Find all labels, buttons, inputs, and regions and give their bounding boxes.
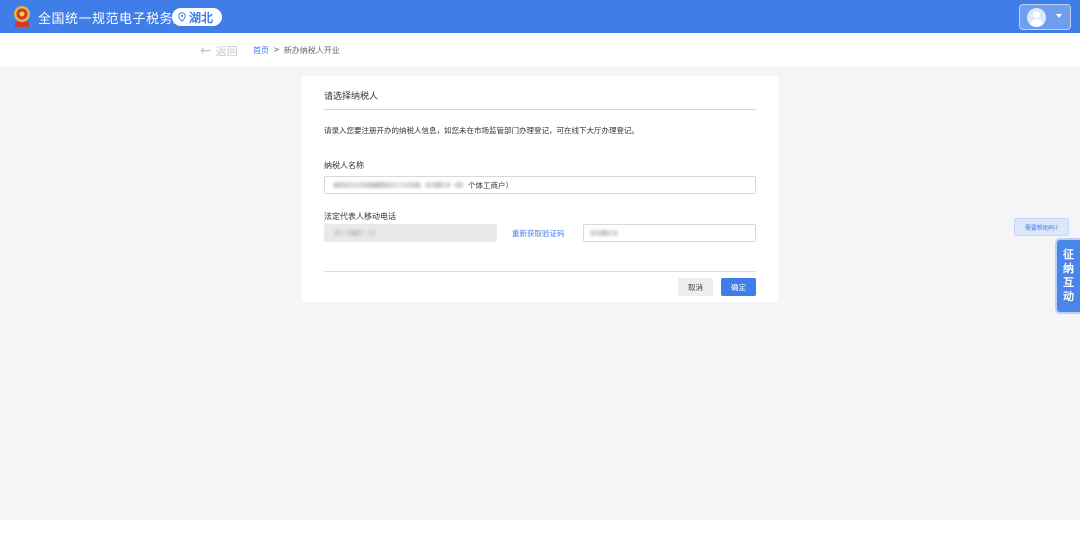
nav-bar: ← 返回 首页 > 新办纳税人开业 bbox=[0, 33, 1080, 67]
region-selector[interactable]: 湖北 bbox=[172, 8, 223, 26]
phone-label: 法定代表人移动电话 bbox=[324, 212, 396, 221]
taxpayer-select-card: 请选择纳税人 请录入您要注册开办的纳税人信息，如您未在市场监管部门办理登记，可在… bbox=[302, 76, 778, 302]
taxpayer-name-label: 纳税人名称 bbox=[324, 161, 364, 170]
verification-code-field[interactable] bbox=[583, 224, 756, 242]
breadcrumb-home[interactable]: 首页 bbox=[253, 45, 269, 56]
card-title: 请选择纳税人 bbox=[324, 92, 379, 102]
help-button[interactable]: 需要帮助吗? bbox=[1014, 218, 1069, 236]
interact-char: 纳 bbox=[1063, 262, 1074, 275]
redacted-phone bbox=[334, 230, 376, 236]
location-pin-icon bbox=[178, 12, 186, 22]
taxpayer-name-suffix: 个体工商户） bbox=[468, 180, 513, 190]
interact-char: 征 bbox=[1063, 248, 1074, 261]
interact-char: 动 bbox=[1063, 290, 1074, 303]
title-divider bbox=[324, 109, 756, 110]
taxpayer-name-field[interactable]: 个体工商户） bbox=[324, 176, 756, 194]
back-button[interactable]: ← 返回 bbox=[200, 43, 238, 59]
interaction-sidebar-button[interactable]: 征 纳 互 动 bbox=[1055, 238, 1080, 314]
user-avatar-icon bbox=[1027, 8, 1046, 27]
interact-char: 互 bbox=[1063, 276, 1074, 289]
breadcrumb-separator: > bbox=[273, 45, 280, 54]
redacted-name-part bbox=[454, 182, 464, 188]
top-header: 全国统一规范电子税务局 湖北 bbox=[0, 0, 1080, 33]
confirm-button[interactable]: 确定 bbox=[721, 278, 756, 296]
resend-code-link[interactable]: 重新获取验证码 bbox=[512, 228, 565, 239]
site-title[interactable]: 全国统一规范电子税务局 bbox=[38, 8, 187, 27]
footer-strip bbox=[0, 520, 1080, 538]
arrow-left-icon: ← bbox=[200, 42, 212, 59]
back-label: 返回 bbox=[215, 45, 238, 58]
footer-divider bbox=[324, 271, 756, 272]
phone-field bbox=[324, 224, 497, 242]
hint-text: 请录入您要注册开办的纳税人信息，如您未在市场监管部门办理登记，可在线下大厅办理登… bbox=[324, 126, 639, 135]
cancel-button[interactable]: 取消 bbox=[678, 278, 713, 296]
region-label: 湖北 bbox=[189, 10, 214, 25]
breadcrumb-current: 新办纳税人开业 bbox=[283, 46, 340, 55]
redacted-name-part bbox=[425, 182, 451, 188]
caret-down-icon bbox=[1056, 14, 1062, 18]
user-menu[interactable] bbox=[1019, 4, 1071, 30]
breadcrumb: 首页 > 新办纳税人开业 bbox=[253, 45, 340, 56]
redacted-code bbox=[590, 230, 618, 236]
redacted-name bbox=[333, 182, 421, 188]
tax-emblem-icon bbox=[14, 6, 30, 27]
